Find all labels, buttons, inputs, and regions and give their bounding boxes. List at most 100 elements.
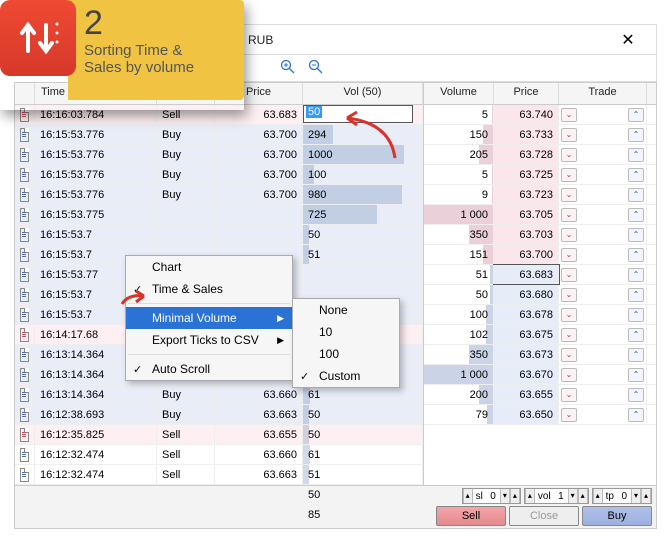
sell-button[interactable]: Sell xyxy=(436,506,506,526)
dom-row[interactable]: 1 00063.705⌄⌃ xyxy=(424,205,656,225)
buy-at-price-button[interactable]: ⌃ xyxy=(628,348,644,362)
dom-row[interactable]: 563.725⌄⌃ xyxy=(424,165,656,185)
buy-at-price-button[interactable]: ⌃ xyxy=(628,248,644,262)
table-row[interactable]: 16:12:35.825Sell63.65550 xyxy=(15,425,423,445)
row-icon xyxy=(15,205,35,224)
sell-at-price-button[interactable]: ⌄ xyxy=(561,128,577,142)
sell-at-price-button[interactable]: ⌄ xyxy=(561,228,577,242)
buy-at-price-button[interactable]: ⌃ xyxy=(628,188,644,202)
col-trade[interactable]: Trade xyxy=(559,83,647,104)
cell-type xyxy=(157,205,215,224)
cell-volume: 5 xyxy=(424,165,494,184)
cell-price: 63.678 xyxy=(494,305,559,324)
dom-row[interactable]: 20563.728⌄⌃ xyxy=(424,145,656,165)
cell-volume: 350 xyxy=(424,225,494,244)
dom-row[interactable]: 15063.733⌄⌃ xyxy=(424,125,656,145)
sell-at-price-button[interactable]: ⌄ xyxy=(561,268,577,282)
zoom-in-icon[interactable] xyxy=(280,59,296,78)
buy-at-price-button[interactable]: ⌃ xyxy=(628,228,644,242)
table-row[interactable]: 16:15:53.776Buy63.700980 xyxy=(15,185,423,205)
dom-row[interactable]: 5163.683⌄⌃ xyxy=(424,265,656,285)
table-row[interactable]: 16:15:53.775725 xyxy=(15,205,423,225)
cell-trade: ⌄⌃ xyxy=(559,365,647,384)
sell-at-price-button[interactable]: ⌄ xyxy=(561,288,577,302)
dom-row[interactable]: 10263.675⌄ ⌃ xyxy=(424,325,656,345)
buy-at-price-button[interactable]: ⌃ xyxy=(628,368,644,382)
buy-at-price-button[interactable]: ⌃ xyxy=(628,268,644,282)
sl-stepper[interactable]: ▴sl0▾▴ xyxy=(462,488,521,504)
cell-price: 63.700 xyxy=(215,185,303,204)
cell-trade: ⌄⌃ xyxy=(559,205,647,224)
close-icon[interactable]: ✕ xyxy=(608,30,648,50)
buy-at-price-button[interactable]: ⌃ xyxy=(628,388,644,402)
buy-at-price-button[interactable]: ⌃ xyxy=(628,128,644,142)
table-row[interactable]: 16:12:32.474Sell63.66351 xyxy=(15,465,423,485)
col-vol[interactable]: Vol (50) xyxy=(303,83,423,104)
banner-icon xyxy=(0,0,76,76)
sell-at-price-button[interactable]: ⌄ xyxy=(561,108,577,122)
buy-at-price-button[interactable]: ⌃ xyxy=(628,328,644,342)
sell-at-price-button[interactable]: ⌄ xyxy=(561,188,577,202)
sell-at-price-button[interactable]: ⌄ xyxy=(561,388,577,402)
cell-volume: 200 xyxy=(424,385,494,404)
menu-item[interactable]: Export Ticks to CSV▶ xyxy=(126,329,292,351)
table-row[interactable]: 16:12:32.474Sell63.66061 xyxy=(15,445,423,465)
sell-at-price-button[interactable]: ⌄ xyxy=(561,148,577,162)
menu-item[interactable]: Chart xyxy=(126,256,292,278)
menu-item[interactable]: Time & Sales xyxy=(126,278,292,300)
dom-row[interactable]: 35063.703⌄⌃ xyxy=(424,225,656,245)
cell-volume: 51 xyxy=(424,265,494,284)
dom-row[interactable]: 5063.680⌄⌃ xyxy=(424,285,656,305)
submenu-item[interactable]: 10 xyxy=(293,321,399,343)
menu-item[interactable]: Auto Scroll xyxy=(126,358,292,380)
buy-at-price-button[interactable]: ⌃ xyxy=(628,108,644,122)
submenu-item[interactable]: 100 xyxy=(293,343,399,365)
submenu-item[interactable]: None xyxy=(293,299,399,321)
cell-vol: 61 xyxy=(303,445,423,464)
cell-price: 63.663 xyxy=(215,405,303,424)
sell-at-price-button[interactable]: ⌄ xyxy=(561,208,577,222)
dom-row[interactable]: 35063.673⌄⌃ xyxy=(424,345,656,365)
row-icon xyxy=(15,405,35,424)
zoom-out-icon[interactable] xyxy=(308,59,324,78)
table-row[interactable]: 16:15:53.776Buy63.700100 xyxy=(15,165,423,185)
sell-at-price-button[interactable]: ⌄ xyxy=(561,308,577,322)
sell-at-price-button[interactable]: ⌄ xyxy=(561,348,577,362)
cell-price: 63.663 xyxy=(215,465,303,484)
cell-trade: ⌄⌃ xyxy=(559,305,647,324)
tp-stepper[interactable]: ▴tp0▾▴ xyxy=(592,488,652,504)
table-row[interactable]: 16:12:38.693Buy63.66350 xyxy=(15,405,423,425)
sell-at-price-button[interactable]: ⌄ xyxy=(561,248,577,262)
buy-at-price-button[interactable]: ⌃ xyxy=(628,168,644,182)
cell-price: 63.675 xyxy=(494,325,559,344)
cell-type: Buy xyxy=(157,385,215,404)
sell-at-price-button[interactable]: ⌄ xyxy=(561,368,577,382)
col-volume[interactable]: Volume xyxy=(424,83,494,104)
dom-row[interactable]: 20063.655⌄⌃ xyxy=(424,385,656,405)
col-price-r[interactable]: Price xyxy=(494,83,559,104)
buy-at-price-button[interactable]: ⌃ xyxy=(628,208,644,222)
sell-at-price-button[interactable]: ⌄ xyxy=(561,168,577,182)
close-button[interactable]: Close xyxy=(509,506,579,526)
dom-row[interactable]: 1 00063.670⌄⌃ xyxy=(424,365,656,385)
dom-row[interactable]: 10063.678⌄⌃ xyxy=(424,305,656,325)
dom-row[interactable]: 563.740⌄⌃ xyxy=(424,105,656,125)
menu-item[interactable]: Minimal Volume▶ xyxy=(126,307,292,329)
buy-at-price-button[interactable]: ⌃ xyxy=(628,288,644,302)
dom-row[interactable]: 963.723⌄⌃ xyxy=(424,185,656,205)
submenu-item[interactable]: Custom xyxy=(293,365,399,387)
buy-at-price-button[interactable]: ⌃ xyxy=(628,408,644,422)
cell-volume: 102 xyxy=(424,325,494,344)
sell-at-price-button[interactable]: ⌄ xyxy=(561,408,577,422)
table-row[interactable]: 16:15:53.750 xyxy=(15,225,423,245)
buy-button[interactable]: Buy xyxy=(582,506,652,526)
sell-at-price-button[interactable]: ⌄ xyxy=(561,328,577,342)
dom-row[interactable]: 7963.650⌄⌃ xyxy=(424,405,656,425)
table-row[interactable]: 16:13:14.364Buy63.66061 xyxy=(15,385,423,405)
buy-at-price-button[interactable]: ⌃ xyxy=(628,148,644,162)
buy-at-price-button[interactable]: ⌃ xyxy=(628,308,644,322)
vol-stepper[interactable]: ▴vol1▾▴ xyxy=(524,488,589,504)
cell-trade: ⌄⌃ xyxy=(559,105,647,124)
cell-volume: 5 xyxy=(424,105,494,124)
dom-row[interactable]: 15163.700⌄⌃ xyxy=(424,245,656,265)
